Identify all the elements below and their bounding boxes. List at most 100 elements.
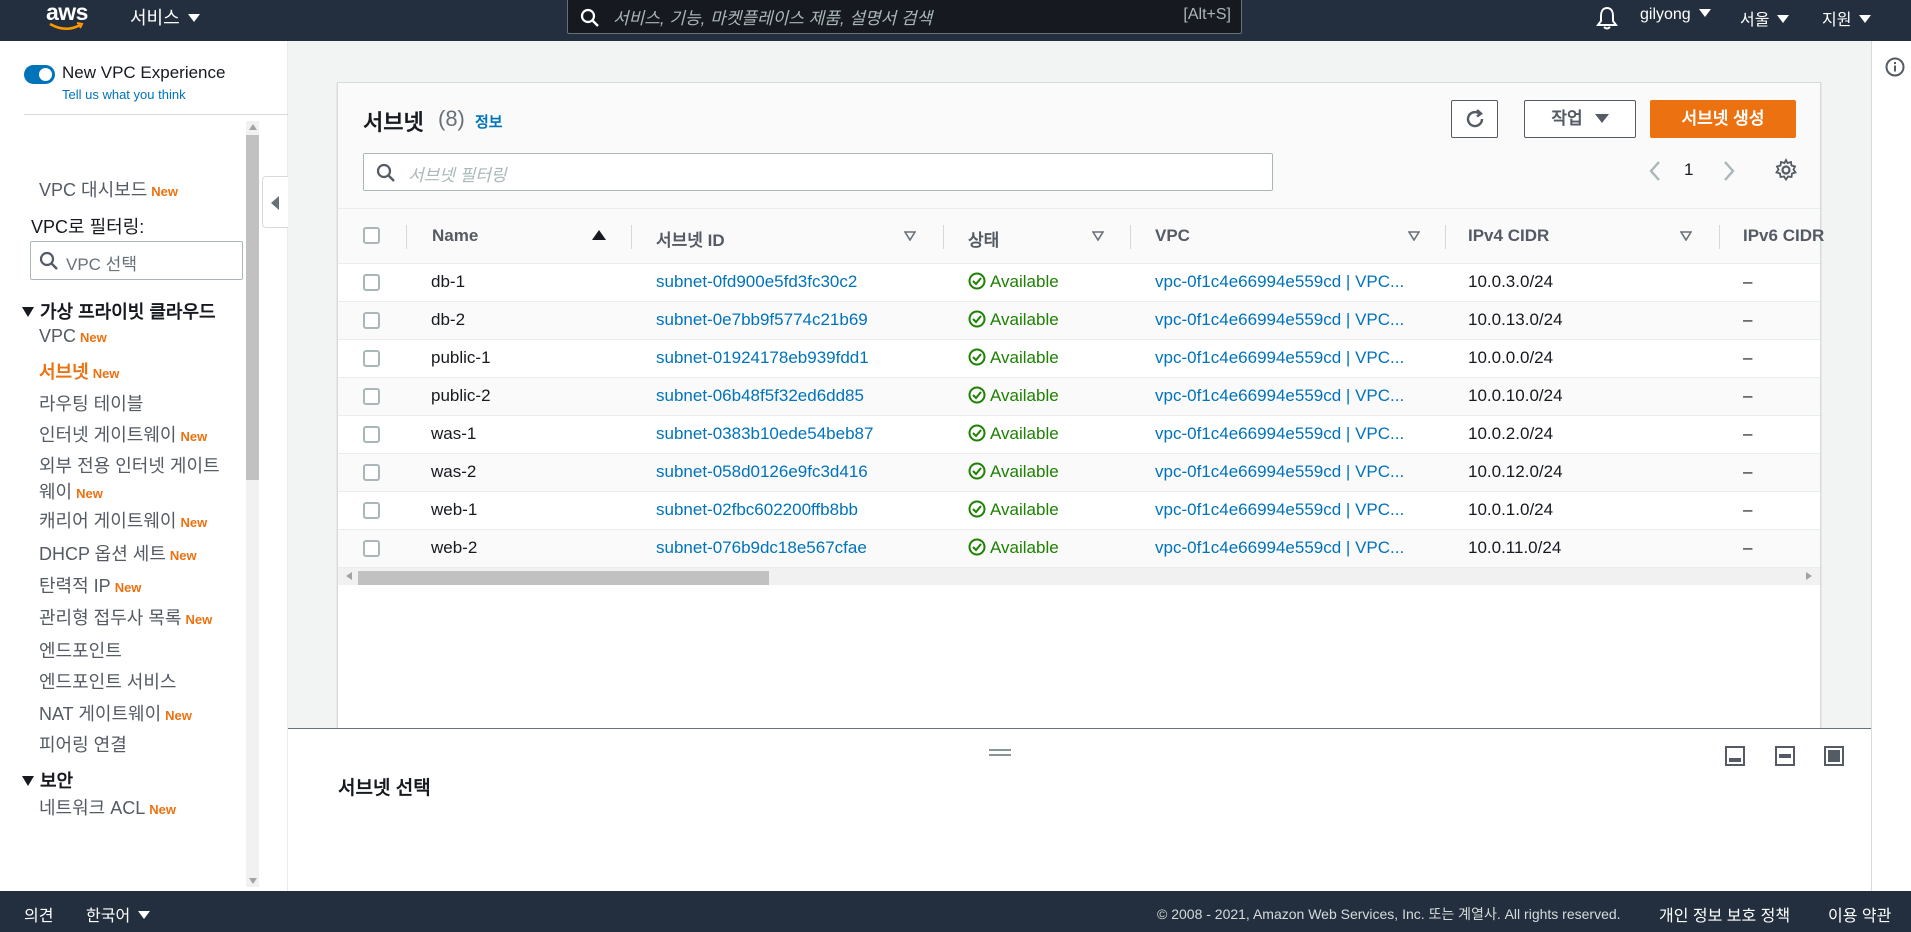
scrollbar-thumb[interactable] [246, 135, 259, 480]
subnet-count: (8) [438, 106, 465, 131]
cell-vpc[interactable]: vpc-0f1c4e66994e559cd | VPC... [1155, 424, 1404, 444]
sort-ascending-icon[interactable] [592, 230, 606, 240]
row-checkbox[interactable] [363, 426, 380, 443]
refresh-button[interactable] [1451, 100, 1498, 138]
sort-icon[interactable] [1092, 231, 1104, 241]
sidebar-item-subnets[interactable]: 서브넷 New [39, 358, 119, 384]
sidebar-item-endpoints[interactable]: 엔드포인트 [39, 637, 122, 663]
cell-subnet-id[interactable]: subnet-0fd900e5fd3fc30c2 [656, 272, 857, 292]
table-row[interactable]: db-2 subnet-0e7bb9f5774c21b69 Available … [338, 302, 1820, 340]
row-checkbox[interactable] [363, 388, 380, 405]
page-number[interactable]: 1 [1684, 160, 1693, 180]
panel-fullscreen-icon[interactable] [1823, 745, 1845, 767]
services-menu[interactable]: 서비스 [130, 4, 200, 30]
sidebar-item-vpc[interactable]: VPC New [39, 326, 107, 347]
cell-subnet-id[interactable]: subnet-0e7bb9f5774c21b69 [656, 310, 868, 330]
sidebar-item-endpoint-services[interactable]: 엔드포인트 서비스 [39, 668, 176, 694]
settings-gear-icon[interactable] [1774, 158, 1798, 182]
sidebar-item-carrier-gateways[interactable]: 캐리어 게이트웨이 New [39, 507, 207, 533]
sidebar-item-internet-gateways[interactable]: 인터넷 게이트웨이 New [39, 421, 207, 447]
cell-subnet-id[interactable]: subnet-0383b10ede54beb87 [656, 424, 873, 444]
row-checkbox[interactable] [363, 502, 380, 519]
sidebar-item-prefix-lists[interactable]: 관리형 접두사 목록 New [39, 604, 212, 630]
info-link[interactable]: 정보 [475, 111, 503, 132]
row-checkbox[interactable] [363, 540, 380, 557]
aws-logo[interactable]: aws [44, 0, 88, 34]
panel-position-bottom-icon[interactable] [1724, 745, 1746, 767]
column-header-ipv6-cidr[interactable]: IPv6 CIDR [1743, 226, 1824, 246]
table-row[interactable]: public-2 subnet-06b48f5f32ed6dd85 Availa… [338, 378, 1820, 416]
table-horizontal-scrollbar[interactable] [338, 568, 1820, 585]
row-checkbox[interactable] [363, 312, 380, 329]
cell-vpc[interactable]: vpc-0f1c4e66994e559cd | VPC... [1155, 386, 1404, 406]
create-subnet-button[interactable]: 서브넷 생성 [1650, 100, 1796, 138]
new-experience-toggle[interactable] [24, 65, 55, 84]
sidebar-item-egress-only-gateways[interactable]: 외부 전용 인터넷 게이트 웨이 New [39, 453, 220, 507]
scrollbar-thumb[interactable] [358, 571, 769, 585]
subnet-filter-input[interactable]: 서브넷 필터링 [363, 153, 1273, 191]
sort-icon[interactable] [904, 231, 916, 241]
panel-position-side-icon[interactable] [1774, 745, 1796, 767]
scroll-left-icon[interactable] [346, 572, 352, 580]
sort-icon[interactable] [1408, 231, 1420, 241]
cell-subnet-id[interactable]: subnet-02fbc602200ffb8bb [656, 500, 858, 520]
cell-vpc[interactable]: vpc-0f1c4e66994e559cd | VPC... [1155, 500, 1404, 520]
cell-vpc[interactable]: vpc-0f1c4e66994e559cd | VPC... [1155, 310, 1404, 330]
row-checkbox[interactable] [363, 350, 380, 367]
sidebar-item-nat-gateways[interactable]: NAT 게이트웨이 New [39, 700, 192, 726]
info-icon[interactable] [1885, 57, 1905, 77]
select-all-checkbox[interactable] [363, 227, 380, 244]
cell-vpc[interactable]: vpc-0f1c4e66994e559cd | VPC... [1155, 462, 1404, 482]
sidebar-scrollbar[interactable] [246, 121, 259, 887]
column-header-name[interactable]: Name [432, 226, 478, 246]
user-menu[interactable]: gilyong [1640, 6, 1711, 24]
table-row[interactable]: web-2 subnet-076b9dc18e567cfae Available… [338, 530, 1820, 568]
global-search[interactable]: 서비스, 기능, 마켓플레이스 제품, 설명서 검색 [Alt+S] [567, 0, 1242, 34]
sidebar-item-peering[interactable]: 피어링 연결 [39, 731, 127, 757]
section-private-cloud[interactable]: 가상 프라이빗 클라우드 [22, 298, 216, 324]
actions-button[interactable]: 작업 [1524, 100, 1636, 138]
section-security[interactable]: 보안 [22, 767, 73, 793]
sort-icon[interactable] [1680, 231, 1692, 241]
tools-rail [1871, 41, 1911, 891]
terms-link[interactable]: 이용 약관 [1828, 902, 1891, 926]
feedback-link[interactable]: Tell us what you think [62, 87, 186, 102]
sidebar-item-dhcp-options[interactable]: DHCP 옵션 세트 New [39, 540, 197, 566]
region-menu[interactable]: 서울 [1740, 6, 1790, 30]
table-row[interactable]: web-1 subnet-02fbc602200ffb8bb Available… [338, 492, 1820, 530]
table-row[interactable]: was-2 subnet-058d0126e9fc3d416 Available… [338, 454, 1820, 492]
sidebar-item-elastic-ips[interactable]: 탄력적 IP New [39, 572, 141, 598]
row-checkbox[interactable] [363, 274, 380, 291]
cell-vpc[interactable]: vpc-0f1c4e66994e559cd | VPC... [1155, 272, 1404, 292]
previous-page-icon[interactable] [1646, 159, 1666, 183]
support-menu[interactable]: 지원 [1822, 6, 1872, 30]
column-header-vpc[interactable]: VPC [1155, 226, 1190, 246]
column-header-state[interactable]: 상태 [968, 226, 999, 251]
table-row[interactable]: db-1 subnet-0fd900e5fd3fc30c2 Available … [338, 264, 1820, 302]
table-row[interactable]: was-1 subnet-0383b10ede54beb87 Available… [338, 416, 1820, 454]
sidebar-item-network-acls[interactable]: 네트워크 ACL New [39, 794, 176, 820]
notification-bell-icon[interactable] [1596, 6, 1618, 30]
language-selector[interactable]: 한국어 [86, 902, 151, 926]
table-row[interactable]: public-1 subnet-01924178eb939fdd1 Availa… [338, 340, 1820, 378]
vpc-filter-select[interactable]: VPC 선택 [30, 241, 243, 280]
new-badge: New [92, 366, 120, 381]
sidebar-item-vpc-dashboard[interactable]: VPC 대시보드 New [39, 176, 178, 202]
scroll-right-icon[interactable] [1806, 572, 1812, 580]
sidebar-item-label: 서브넷 [39, 362, 89, 382]
row-checkbox[interactable] [363, 464, 380, 481]
cell-vpc[interactable]: vpc-0f1c4e66994e559cd | VPC... [1155, 348, 1404, 368]
next-page-icon[interactable] [1718, 159, 1738, 183]
feedback-button[interactable]: 의견 [24, 902, 53, 926]
cell-vpc[interactable]: vpc-0f1c4e66994e559cd | VPC... [1155, 538, 1404, 558]
cell-subnet-id[interactable]: subnet-058d0126e9fc3d416 [656, 462, 868, 482]
privacy-link[interactable]: 개인 정보 보호 정책 [1659, 902, 1790, 926]
cell-subnet-id[interactable]: subnet-06b48f5f32ed6dd85 [656, 386, 864, 406]
column-header-ipv4-cidr[interactable]: IPv4 CIDR [1468, 226, 1549, 246]
sidebar-collapse-button[interactable] [262, 176, 288, 228]
split-panel-resize-handle[interactable] [989, 749, 1011, 756]
cell-subnet-id[interactable]: subnet-076b9dc18e567cfae [656, 538, 867, 558]
column-header-subnet-id[interactable]: 서브넷 ID [656, 226, 725, 251]
cell-subnet-id[interactable]: subnet-01924178eb939fdd1 [656, 348, 869, 368]
sidebar-item-route-tables[interactable]: 라우팅 테이블 [39, 390, 143, 416]
